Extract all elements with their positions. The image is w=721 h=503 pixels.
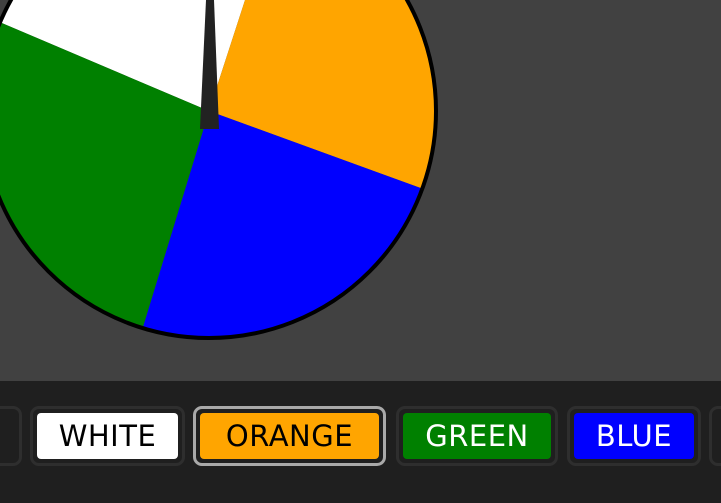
color-chip-blue[interactable]: BLUE <box>567 406 701 466</box>
wheel-stage <box>0 0 721 381</box>
color-chip-green-face: GREEN <box>403 413 551 459</box>
color-choice-bar: WHITE ORANGE GREEN BLUE <box>0 381 721 503</box>
color-chip-orange[interactable]: ORANGE <box>193 406 386 466</box>
color-chip-previous[interactable] <box>0 406 22 466</box>
color-chip-green[interactable]: GREEN <box>396 406 558 466</box>
color-chip-orange-label: ORANGE <box>225 419 354 453</box>
color-chip-white-label: WHITE <box>58 419 157 453</box>
color-chip-blue-face: BLUE <box>574 413 694 459</box>
color-chip-orange-face: ORANGE <box>200 413 379 459</box>
color-chip-green-label: GREEN <box>425 419 529 453</box>
color-chip-white[interactable]: WHITE <box>30 406 185 466</box>
color-chip-next-face <box>716 413 721 459</box>
spinning-wheel[interactable] <box>0 0 721 381</box>
spin-wheel-app: WHITE ORANGE GREEN BLUE <box>0 0 721 503</box>
color-chip-white-face: WHITE <box>37 413 178 459</box>
color-chip-next[interactable] <box>709 406 721 466</box>
color-chip-previous-face <box>0 413 15 459</box>
color-chip-blue-label: BLUE <box>595 419 673 453</box>
